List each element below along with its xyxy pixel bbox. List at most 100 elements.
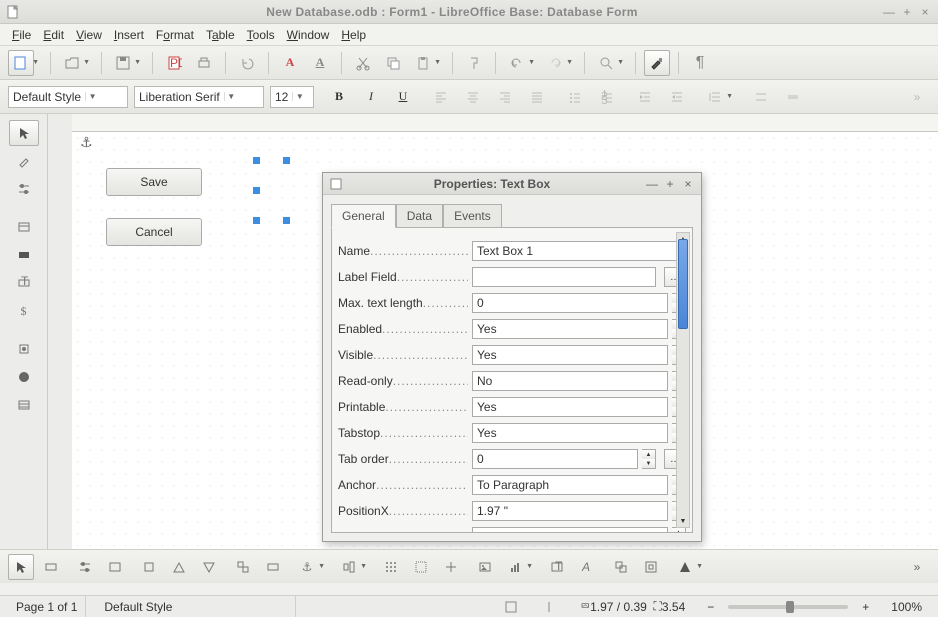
align-justify-button[interactable]	[524, 84, 550, 110]
helplines[interactable]	[438, 554, 464, 580]
select-tool[interactable]	[9, 120, 39, 146]
minimize-button[interactable]: —	[882, 5, 896, 19]
insert-image[interactable]	[472, 554, 498, 580]
tab-events[interactable]: Events	[443, 204, 502, 228]
underline-button[interactable]: U	[390, 84, 416, 110]
copy-button[interactable]	[380, 50, 406, 76]
input-taborder[interactable]	[472, 449, 638, 469]
undo-button[interactable]	[234, 50, 260, 76]
input-tabstop[interactable]	[472, 423, 668, 443]
dialog-minimize[interactable]: —	[645, 177, 659, 191]
align-center-button[interactable]	[460, 84, 486, 110]
zoom-out[interactable]: −	[703, 600, 718, 614]
design-mode2[interactable]	[38, 554, 64, 580]
clone-format-button[interactable]	[461, 50, 487, 76]
status-zoom[interactable]: 100%	[883, 596, 930, 617]
para-spacing-inc-button[interactable]	[748, 84, 774, 110]
input-posx[interactable]	[472, 501, 668, 521]
scrollbar-thumb[interactable]	[678, 239, 688, 329]
menu-help[interactable]: Help	[335, 26, 372, 44]
select-tool2[interactable]	[8, 554, 34, 580]
position-size[interactable]	[136, 554, 162, 580]
currency-tool[interactable]: $	[9, 298, 39, 324]
snap-grid[interactable]	[408, 554, 434, 580]
export-pdf-button[interactable]: PDF	[161, 50, 187, 76]
menu-view[interactable]: View	[70, 26, 108, 44]
paste-button[interactable]: ▼	[410, 50, 436, 76]
close-button[interactable]: ×	[918, 5, 932, 19]
menu-format[interactable]: Format	[150, 26, 200, 44]
print-button[interactable]	[191, 50, 217, 76]
insert-fontwork[interactable]: A	[574, 554, 600, 580]
numbering-button[interactable]: 123	[594, 84, 620, 110]
menu-insert[interactable]: Insert	[108, 26, 150, 44]
undo2-button[interactable]: ▼	[504, 50, 530, 76]
dialog-scrollbar[interactable]: ▲ ▼	[676, 232, 690, 528]
menu-table[interactable]: Table	[200, 26, 241, 44]
anchor-menu[interactable]: ⚓▼	[294, 554, 320, 580]
format-paintbrush-button[interactable]	[644, 50, 670, 76]
font-color-button[interactable]: A	[277, 50, 303, 76]
cut-button[interactable]	[350, 50, 376, 76]
input-labelfield[interactable]	[472, 267, 656, 287]
maximize-button[interactable]: +	[900, 5, 914, 19]
bring-front[interactable]	[166, 554, 192, 580]
decrease-indent-button[interactable]	[664, 84, 690, 110]
align-left-button[interactable]	[428, 84, 454, 110]
grid-visible[interactable]	[378, 554, 404, 580]
increase-indent-button[interactable]	[632, 84, 658, 110]
font-size-combo[interactable]: 12▼	[270, 86, 314, 108]
paragraph-style-combo[interactable]: Default Style▼	[8, 86, 128, 108]
toolbar-overflow-button[interactable]: »	[904, 84, 930, 110]
highlight-button[interactable]: A	[307, 50, 333, 76]
form-nav[interactable]	[102, 554, 128, 580]
bullets-button[interactable]	[562, 84, 588, 110]
tab-order-tool[interactable]	[230, 554, 256, 580]
italic-button[interactable]: I	[358, 84, 384, 110]
group-exit[interactable]	[638, 554, 664, 580]
formatting-marks-button[interactable]: ¶	[687, 50, 713, 76]
dialog-close[interactable]: ×	[681, 177, 695, 191]
menu-file[interactable]: File	[6, 26, 37, 44]
open-in-design[interactable]	[260, 554, 286, 580]
tab-general[interactable]: General	[331, 204, 396, 228]
find-button[interactable]: ▼	[593, 50, 619, 76]
input-name[interactable]	[472, 241, 686, 261]
input-maxlen[interactable]	[472, 293, 668, 313]
align-right-button[interactable]	[492, 84, 518, 110]
zoom-slider[interactable]	[728, 605, 848, 609]
align-menu[interactable]: ▼	[336, 554, 362, 580]
open-button[interactable]: ▼	[59, 50, 85, 76]
status-selection-mode[interactable]	[497, 596, 525, 617]
status-page[interactable]: Page 1 of 1	[8, 596, 86, 617]
textbox-tool[interactable]: T	[9, 270, 39, 296]
menu-window[interactable]: Window	[281, 26, 336, 44]
form-cancel-button[interactable]: Cancel	[106, 218, 202, 246]
bottom-overflow[interactable]: »	[904, 554, 930, 580]
dialog-titlebar[interactable]: Properties: Text Box — + ×	[323, 173, 701, 195]
input-posy[interactable]	[472, 527, 668, 533]
insert-chart[interactable]: ▼	[502, 554, 528, 580]
checkbox-tool[interactable]	[9, 336, 39, 362]
form-properties-tool[interactable]	[9, 214, 39, 240]
input-enabled[interactable]	[472, 319, 668, 339]
bold-button[interactable]: B	[326, 84, 352, 110]
status-style[interactable]: Default Style	[96, 596, 296, 617]
control-wizards[interactable]	[72, 554, 98, 580]
insert-text[interactable]: T	[544, 554, 570, 580]
design-mode-tool[interactable]	[9, 148, 39, 174]
input-readonly[interactable]	[472, 371, 668, 391]
font-name-combo[interactable]: Liberation Serif▼	[134, 86, 264, 108]
send-back[interactable]	[196, 554, 222, 580]
group-enter[interactable]	[608, 554, 634, 580]
dialog-maximize[interactable]: +	[663, 177, 677, 191]
menu-tools[interactable]: Tools	[241, 26, 281, 44]
save-button[interactable]: ▼	[110, 50, 136, 76]
new-button[interactable]: ▼	[8, 50, 34, 76]
form-save-button[interactable]: Save	[106, 168, 202, 196]
basic-shapes[interactable]: ▼	[672, 554, 698, 580]
label-tool[interactable]	[9, 242, 39, 268]
listbox-tool[interactable]	[9, 392, 39, 418]
radio-tool[interactable]	[9, 364, 39, 390]
para-spacing-dec-button[interactable]	[780, 84, 806, 110]
